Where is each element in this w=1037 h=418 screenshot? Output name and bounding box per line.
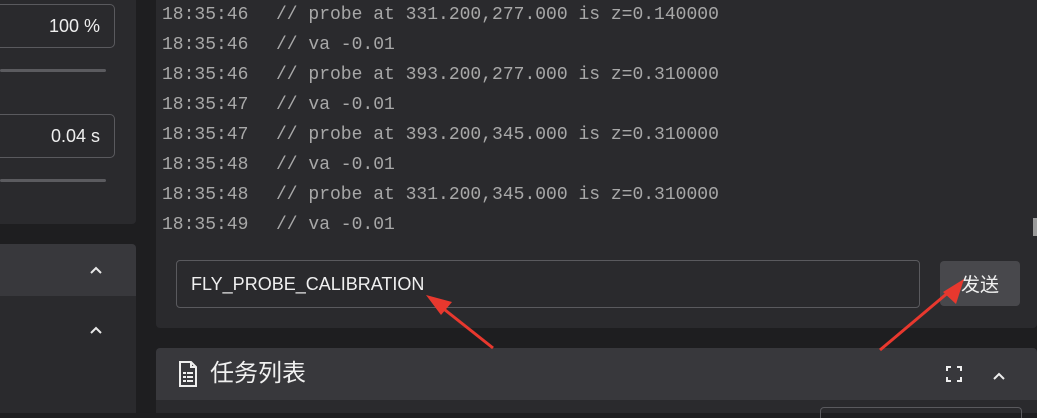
log-message: // va -0.01	[276, 95, 395, 115]
log-line: 18:35:48 // va -0.01	[162, 150, 719, 180]
chevron-up-icon[interactable]	[992, 368, 1006, 386]
log-line: 18:35:46 // probe at 331.200,277.000 is z…	[162, 0, 719, 30]
time-value: 0.04 s	[50, 125, 100, 146]
log-message: // va -0.01	[276, 155, 395, 175]
log-message: // probe at 331.200,345.000 is z=0.31000…	[276, 185, 719, 205]
fullscreen-icon[interactable]	[946, 366, 962, 387]
left-control-card: 100 % 0.04 s	[0, 0, 136, 224]
log-time: 18:35:47	[162, 95, 249, 115]
speed-factor-field[interactable]: 100 %	[0, 4, 115, 48]
task-list-body	[156, 400, 1037, 418]
log-message: // probe at 393.200,277.000 is z=0.31000…	[276, 65, 719, 85]
document-list-icon	[178, 361, 198, 392]
chevron-up-icon[interactable]	[84, 320, 108, 340]
log-time: 18:35:46	[162, 35, 249, 55]
time-field[interactable]: 0.04 s	[0, 114, 115, 158]
log-line: 18:35:49 // va -0.01	[162, 210, 719, 240]
log-message: // probe at 393.200,345.000 is z=0.31000…	[276, 125, 719, 145]
log-time: 18:35:46	[162, 65, 249, 85]
chevron-up-icon[interactable]	[84, 260, 108, 280]
log-message: // va -0.01	[276, 35, 395, 55]
log-line: 18:35:46 // va -0.01	[162, 30, 719, 60]
speed-factor-value: 100 %	[48, 15, 100, 36]
log-message: // va -0.01	[276, 215, 395, 235]
left-panel-header[interactable]	[0, 244, 136, 296]
console-panel: 18:35:46 // probe at 331.200,277.000 is z…	[156, 0, 1037, 328]
task-list-title: 任务列表	[210, 359, 306, 387]
log-line: 18:35:48 // probe at 331.200,345.000 is z…	[162, 180, 719, 210]
log-line: 18:35:47 // va -0.01	[162, 90, 719, 120]
log-time: 18:35:48	[162, 155, 249, 175]
log-time: 18:35:48	[162, 185, 249, 205]
left-panel-body	[0, 296, 136, 413]
log-line: 18:35:46 // probe at 393.200,277.000 is z…	[162, 60, 719, 90]
task-list-header[interactable]: 任务列表	[156, 348, 1037, 400]
log-line: 18:35:47 // probe at 393.200,345.000 is z…	[162, 120, 719, 150]
log-time: 18:35:47	[162, 125, 249, 145]
time-slider[interactable]	[0, 179, 106, 182]
log-time: 18:35:49	[162, 215, 249, 235]
send-button[interactable]: 发送	[940, 261, 1020, 306]
log-time: 18:35:46	[162, 5, 249, 25]
console-scrollbar[interactable]	[1033, 218, 1037, 236]
command-input[interactable]	[176, 260, 920, 308]
speed-factor-slider[interactable]	[0, 69, 106, 72]
log-message: // probe at 331.200,277.000 is z=0.14000…	[276, 5, 719, 25]
console-log: 18:35:46 // probe at 331.200,277.000 is z…	[162, 0, 719, 240]
